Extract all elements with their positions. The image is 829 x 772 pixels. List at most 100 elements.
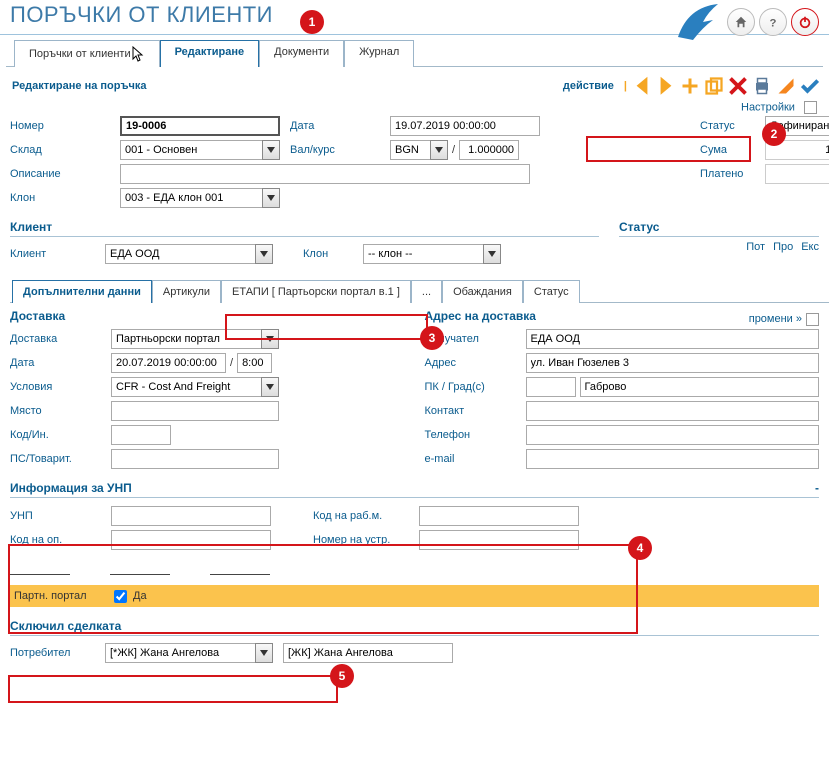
delete-button[interactable] [729, 77, 747, 95]
input-city[interactable] [580, 377, 820, 397]
print-button[interactable] [753, 77, 771, 95]
home-button[interactable] [727, 8, 755, 36]
callout-1: 1 [300, 10, 324, 34]
input-deliv-time[interactable] [237, 353, 272, 373]
client-header: Клиент [10, 220, 599, 237]
section-title: Редактиране на поръчка [12, 80, 147, 92]
label-branch: Клон [10, 192, 110, 204]
callout-4: 4 [628, 536, 652, 560]
input-unp[interactable] [111, 506, 271, 526]
label-status: Статус [700, 120, 755, 132]
label-client-branch: Клон [303, 248, 363, 260]
input-code[interactable] [111, 425, 171, 445]
select-warehouse[interactable] [120, 140, 262, 160]
subtabs: Допълнителни данни Артикули ЕТАПИ [ Парт… [10, 279, 829, 303]
label-unp: УНП [10, 510, 105, 522]
add-button[interactable] [681, 77, 699, 95]
power-button[interactable] [791, 8, 819, 36]
terms-dropdown-icon[interactable] [261, 377, 279, 397]
currency-dropdown-icon[interactable] [430, 140, 448, 160]
subtab-additional[interactable]: Допълнителни данни [12, 280, 152, 303]
input-email[interactable] [526, 449, 820, 469]
help-button[interactable]: ? [759, 8, 787, 36]
status-link-pro[interactable]: Про [773, 241, 793, 253]
label-desc: Описание [10, 168, 110, 180]
settings-checkbox[interactable] [804, 101, 817, 114]
input-zip[interactable] [526, 377, 576, 397]
input-ps[interactable] [111, 449, 279, 469]
subtab-articles[interactable]: Артикули [152, 280, 221, 303]
change-checkbox[interactable] [806, 313, 819, 326]
subtab-status[interactable]: Статус [523, 280, 580, 303]
input-number[interactable] [120, 116, 280, 136]
page-title: ПОРЪЧКИ ОТ КЛИЕНТИ [10, 2, 273, 28]
client-branch-dropdown-icon[interactable] [483, 244, 501, 264]
input-recipient[interactable] [526, 329, 820, 349]
status-link-pot[interactable]: Пот [746, 241, 765, 253]
select-client[interactable] [105, 244, 255, 264]
input-contact[interactable] [526, 401, 820, 421]
input-deliv-date[interactable] [111, 353, 226, 373]
highlight-partner-portal [8, 675, 338, 703]
branch-dropdown-icon[interactable] [262, 188, 280, 208]
tab-journal[interactable]: Журнал [344, 40, 414, 67]
action-label[interactable]: действие [563, 80, 614, 92]
delivery-header: Доставка [10, 309, 405, 323]
select-user[interactable] [105, 643, 255, 663]
settings-link[interactable]: Настройки [741, 101, 795, 113]
label-devnum: Номер на устр. [313, 534, 408, 546]
client-dropdown-icon[interactable] [255, 244, 273, 264]
delivery-dropdown-icon[interactable] [261, 329, 279, 349]
select-client-branch[interactable] [363, 244, 483, 264]
input-desc[interactable] [120, 164, 530, 184]
tab-edit[interactable]: Редактиране [160, 40, 260, 67]
input-place[interactable] [111, 401, 279, 421]
cursor-icon [131, 46, 145, 62]
label-ps: ПС/Товарит. [10, 453, 105, 465]
input-devnum[interactable] [419, 530, 579, 550]
input-opcode[interactable] [111, 530, 271, 550]
subtab-calls[interactable]: Обаждания [442, 280, 523, 303]
label-number: Номер [10, 120, 110, 132]
copy-button[interactable] [705, 77, 723, 95]
label-wscode: Код на раб.м. [313, 510, 408, 522]
callout-5: 5 [330, 664, 354, 688]
unp-header: Информация за УНП [10, 481, 132, 495]
label-deliv-date: Дата [10, 357, 105, 369]
label-address: Адрес [425, 357, 520, 369]
toolbar-divider: | [624, 80, 627, 92]
warehouse-dropdown-icon[interactable] [262, 140, 280, 160]
input-user-text[interactable] [283, 643, 453, 663]
select-currency[interactable] [390, 140, 430, 160]
input-date[interactable] [390, 116, 540, 136]
select-terms[interactable] [111, 377, 261, 397]
subtab-more[interactable]: ... [411, 280, 442, 303]
select-branch[interactable] [120, 188, 262, 208]
tab-documents[interactable]: Документи [259, 40, 344, 67]
input-rate[interactable] [459, 140, 519, 160]
select-delivery[interactable] [111, 329, 261, 349]
input-address[interactable] [526, 353, 820, 373]
subtab-stages[interactable]: ЕТАПИ [ Партьорски портал в.1 ] [221, 280, 411, 303]
input-paid [765, 164, 829, 184]
callout-2: 2 [762, 122, 786, 146]
input-wscode[interactable] [419, 506, 579, 526]
change-link[interactable]: промени » [749, 313, 802, 325]
flag-button[interactable] [777, 77, 795, 95]
checkbox-partner-portal[interactable] [114, 590, 127, 603]
collapse-icon[interactable]: - [815, 481, 819, 495]
prev-button[interactable] [633, 77, 651, 95]
label-sum: Сума [700, 144, 755, 156]
label-email: e-mail [425, 453, 520, 465]
label-code: Код/Ин. [10, 429, 105, 441]
label-place: Място [10, 405, 105, 417]
label-client: Клиент [10, 248, 105, 260]
next-button[interactable] [657, 77, 675, 95]
label-opcode: Код на оп. [10, 534, 105, 546]
tab-orders[interactable]: Поръчки от клиенти [14, 40, 160, 67]
status-link-eks[interactable]: Екс [801, 241, 819, 253]
user-dropdown-icon[interactable] [255, 643, 273, 663]
input-phone[interactable] [526, 425, 820, 445]
confirm-button[interactable] [801, 77, 819, 95]
label-paid: Платено [700, 168, 755, 180]
